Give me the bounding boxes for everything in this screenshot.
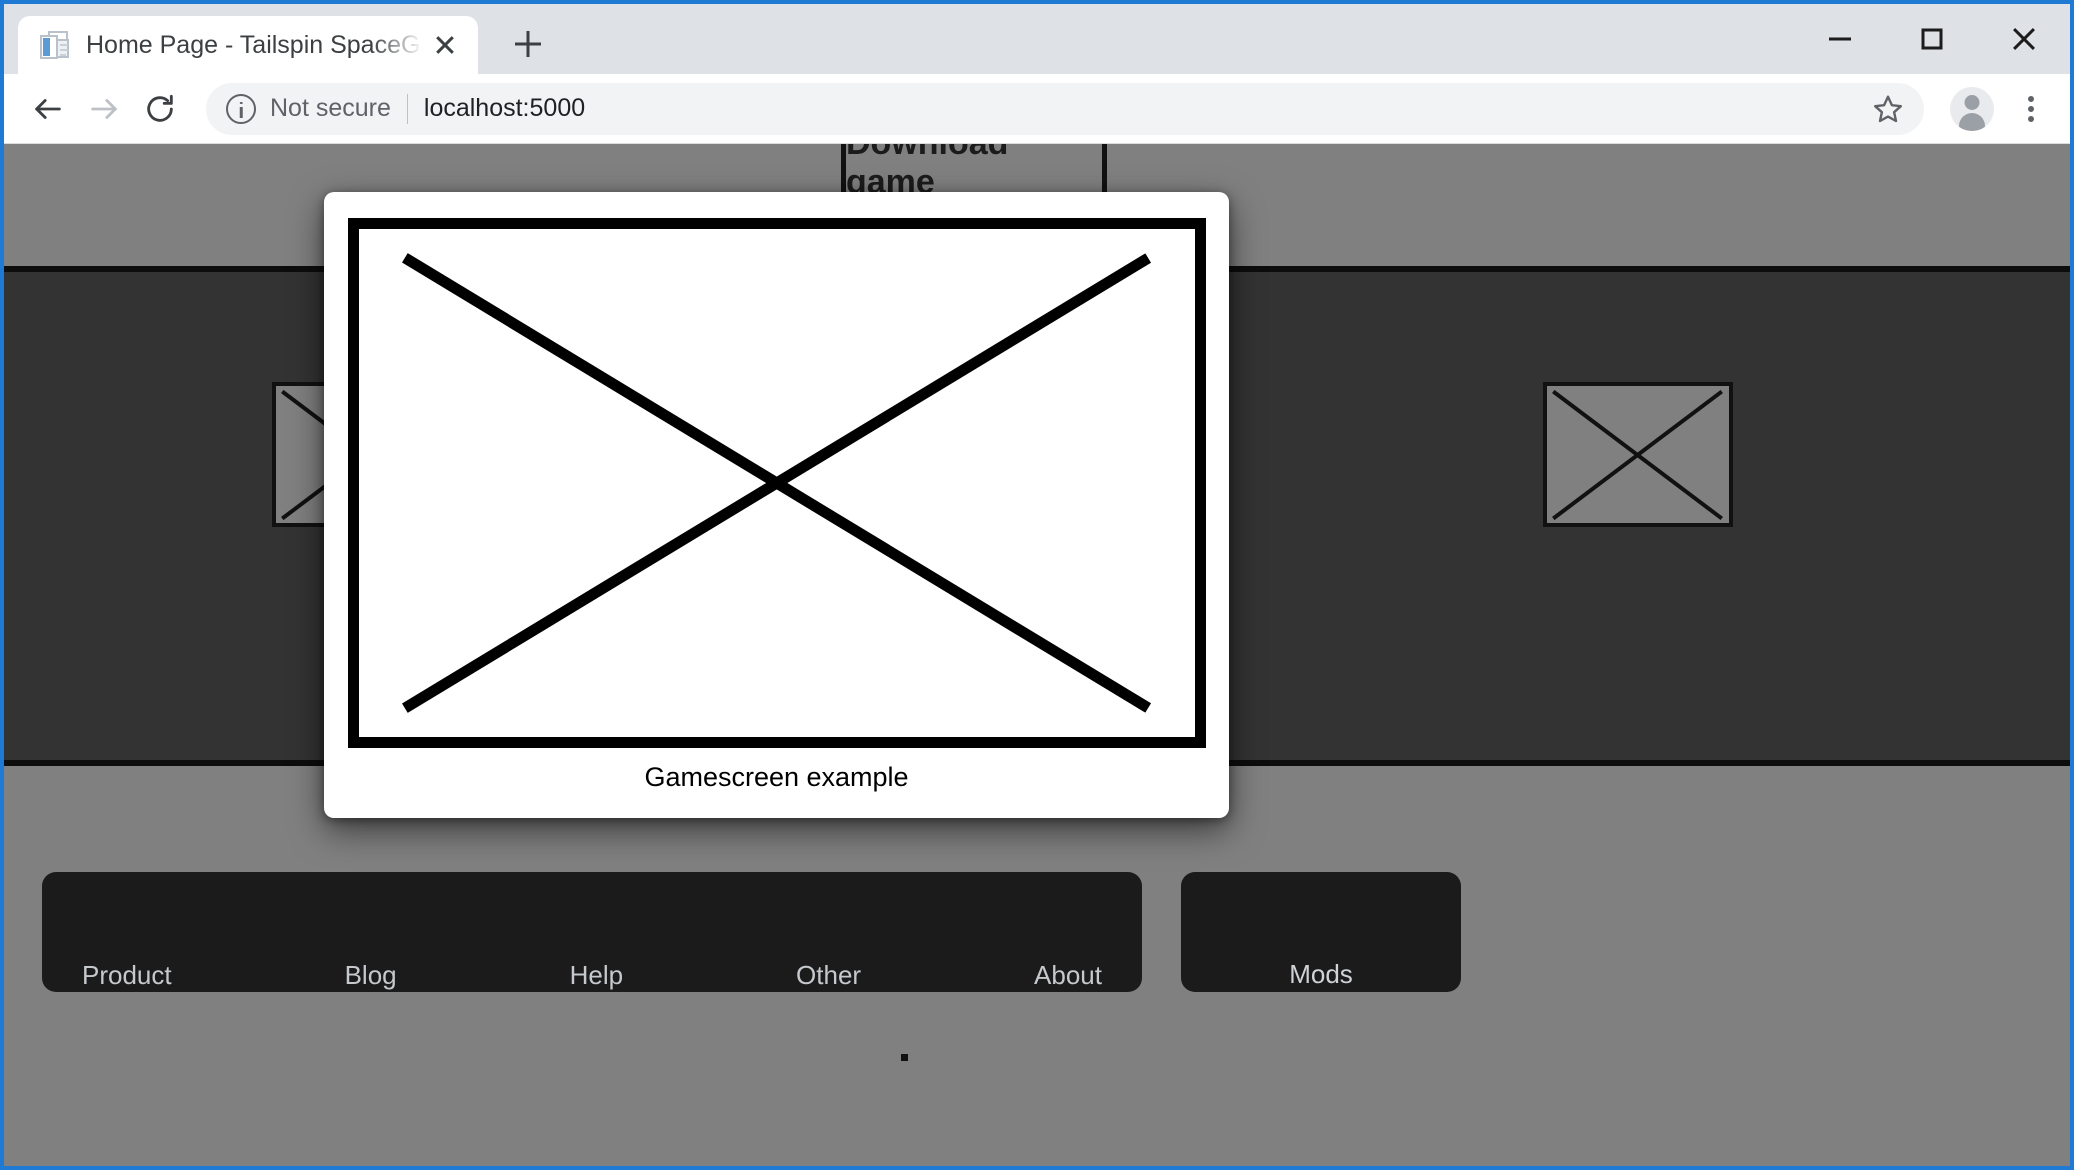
document-stack-icon — [38, 29, 70, 61]
url-text[interactable]: localhost:5000 — [424, 94, 1858, 123]
back-arrow-icon[interactable] — [20, 81, 76, 137]
footer-secondary-nav: Mods — [1181, 872, 1461, 992]
footer-link-about[interactable]: About — [1034, 961, 1102, 990]
maximize-button[interactable] — [1886, 4, 1978, 74]
omnibox-divider — [406, 93, 408, 124]
image-placeholder[interactable] — [1543, 382, 1733, 527]
footer-link-other[interactable]: Other — [796, 961, 861, 990]
footer-link-product[interactable]: Product — [82, 961, 172, 990]
browser-window: Home Page - Tailspin SpaceGame — [0, 0, 2074, 1170]
tab-close-icon[interactable] — [426, 26, 464, 64]
reload-icon[interactable] — [132, 81, 188, 137]
kebab-menu-icon[interactable] — [2008, 86, 2054, 132]
lightbox-caption: Gamescreen example — [644, 762, 909, 792]
tab-strip: Home Page - Tailspin SpaceGame — [4, 4, 2070, 74]
window-controls — [1794, 4, 2070, 74]
profile-avatar-icon[interactable] — [1950, 86, 1994, 131]
browser-toolbar: Not secure localhost:5000 — [4, 74, 2070, 144]
page-viewport: Download game Product Blog Help Other Ab… — [4, 144, 2070, 1166]
footer-link-blog[interactable]: Blog — [345, 961, 397, 990]
minimize-button[interactable] — [1794, 4, 1886, 74]
footer-link-help[interactable]: Help — [570, 961, 623, 990]
close-window-button[interactable] — [1978, 4, 2070, 74]
page-marker — [901, 1054, 908, 1061]
image-lightbox-modal: Gamescreen example — [324, 192, 1229, 818]
browser-tab[interactable]: Home Page - Tailspin SpaceGame — [18, 16, 478, 74]
star-icon[interactable] — [1868, 89, 1908, 129]
info-circle-icon[interactable] — [226, 93, 256, 124]
footer-link-mods[interactable]: Mods — [1289, 959, 1353, 990]
tab-title: Home Page - Tailspin SpaceGame — [86, 31, 426, 59]
address-bar[interactable]: Not secure localhost:5000 — [206, 82, 1924, 135]
forward-arrow-icon — [76, 81, 132, 137]
image-placeholder — [348, 218, 1206, 748]
new-tab-button[interactable] — [504, 20, 552, 68]
footer-nav: Product Blog Help Other About — [42, 872, 1142, 992]
security-status-label: Not secure — [270, 94, 391, 122]
